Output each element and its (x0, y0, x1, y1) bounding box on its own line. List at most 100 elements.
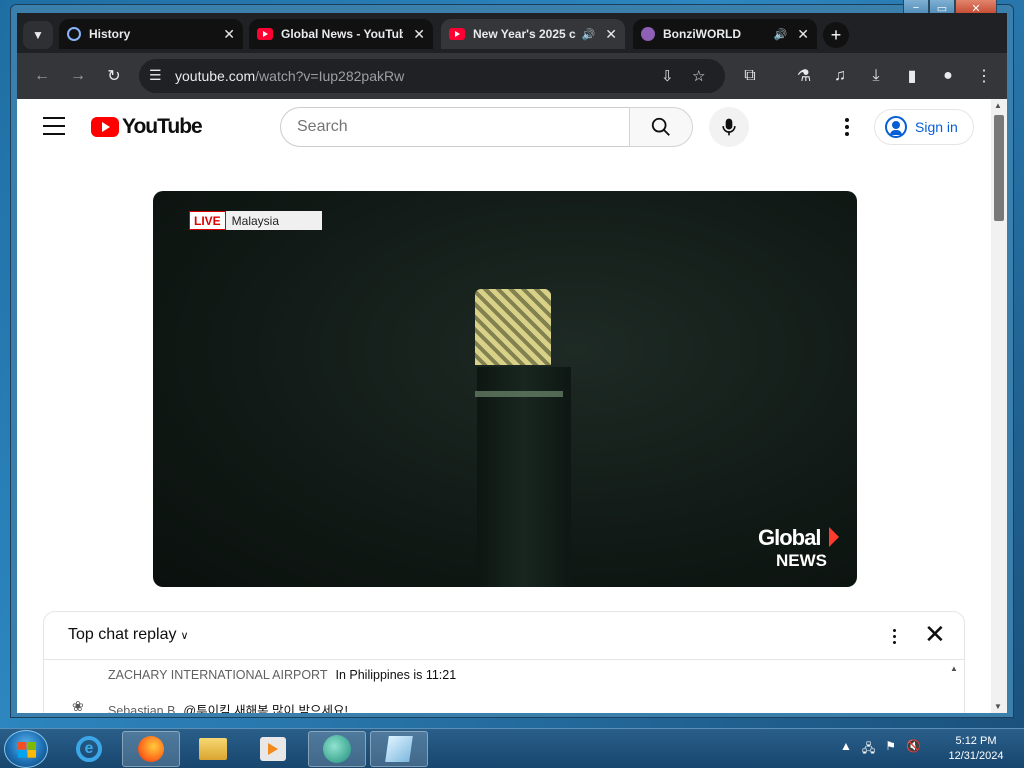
url-text[interactable]: youtube.com/watch?v=Iup282pakRw (175, 68, 404, 84)
taskbar-notes[interactable] (370, 731, 428, 767)
scroll-up-icon[interactable]: ▲ (994, 101, 1002, 110)
web-page: YouTube Search Sign in LIVE Malaysia Glo… (17, 99, 1007, 713)
history-icon (67, 27, 81, 41)
extensions-button[interactable]: ⧉ (737, 63, 763, 89)
tab-title: BonziWORLD (663, 27, 741, 41)
tab-bonziworld[interactable]: BonziWORLD 🔊 ✕ (633, 19, 817, 49)
search-input[interactable] (297, 108, 617, 146)
youtube-wordmark: YouTube (122, 115, 203, 138)
chat-message: ZACHARY INTERNATIONAL AIRPORT In Philippi… (108, 668, 456, 682)
chat-scroll-up-icon[interactable]: ▲ (950, 664, 958, 673)
avatar-icon: ● (943, 67, 953, 84)
youtube-header: YouTube Search Sign in (17, 99, 991, 155)
tab-close-icon[interactable]: ✕ (223, 26, 235, 43)
media-controls-button[interactable]: ♫ (827, 63, 853, 89)
browser-content: ▼ History ✕ Global News - YouTube ✕ New … (17, 13, 1007, 713)
tab-global-news[interactable]: Global News - YouTube ✕ (249, 19, 433, 49)
clock[interactable]: 5:12 PM 12/31/2024 (936, 734, 1016, 764)
network-icon[interactable]: 🖧 (862, 739, 875, 760)
kebab-menu-icon: ⋮ (976, 68, 992, 85)
scrollbar-thumb[interactable] (994, 115, 1004, 221)
tab-title: New Year's 2025 celebrations (473, 27, 576, 41)
plus-icon: + (830, 24, 842, 45)
side-panel-button[interactable]: ▮ (899, 63, 925, 89)
forward-button[interactable]: → (65, 63, 91, 89)
search-button[interactable] (629, 107, 693, 147)
downloads-button[interactable]: ⤓ (863, 63, 889, 89)
arrow-left-icon: ← (34, 67, 50, 84)
chat-message: Sebastian B @투이킴 새해복 많이 받으세요! (108, 700, 348, 713)
show-hidden-icons-icon[interactable]: ▲ (840, 739, 852, 760)
back-button[interactable]: ← (29, 63, 55, 89)
hamburger-menu-icon[interactable] (43, 117, 65, 135)
firefox-icon (138, 736, 164, 762)
chat-header: Top chat replay ∨ ✕ (44, 612, 964, 660)
chat-menu-icon[interactable] (886, 624, 902, 648)
reload-button[interactable]: ↻ (101, 63, 127, 89)
chat-text: @투이킴 새해복 많이 받으세요! (183, 704, 349, 713)
browser-window: − ▭ ✕ ▼ History ✕ Global News - YouTube … (10, 0, 1014, 718)
taskbar-firefox[interactable] (122, 731, 180, 767)
chat-title-label: Top chat replay (68, 626, 177, 643)
chat-author[interactable]: ZACHARY INTERNATIONAL AIRPORT (108, 668, 328, 682)
taskbar-media-player[interactable] (244, 731, 302, 767)
location-label: Malaysia (225, 211, 322, 230)
start-button[interactable] (4, 730, 48, 768)
chat-text: In Philippines is 11:21 (335, 668, 457, 682)
speaker-icon[interactable]: 🔊 (774, 28, 788, 41)
live-location-badge: LIVE Malaysia (189, 211, 322, 230)
tab-new-years-2025[interactable]: New Year's 2025 celebrations 🔊 ✕ (441, 19, 625, 49)
scroll-down-icon[interactable]: ▼ (994, 702, 1002, 711)
url-domain: youtube.com (175, 68, 256, 84)
page-scrollbar[interactable]: ▲ ▼ (991, 99, 1007, 713)
volume-muted-icon[interactable]: 🔇 (906, 739, 921, 760)
settings-kebab-icon[interactable] (837, 115, 857, 139)
taskbar-internet-explorer[interactable]: e (60, 731, 118, 767)
browser-menu-button[interactable]: ⋮ (971, 63, 997, 89)
site-info-icon[interactable]: ☰ (149, 67, 162, 84)
tab-close-icon[interactable]: ✕ (605, 26, 617, 43)
clock-time: 5:12 PM (955, 735, 997, 747)
bookmark-star-icon[interactable]: ☆ (692, 67, 705, 85)
media-player-icon (260, 737, 286, 761)
chevron-down-icon: ∨ (180, 630, 189, 642)
live-label: LIVE (189, 211, 226, 230)
tab-close-icon[interactable]: ✕ (797, 26, 809, 43)
taskbar: e ▲ 🖧 ⚑ 🔇 5:12 PM 12/31/2024 (0, 728, 1024, 768)
clock-date: 12/31/2024 (948, 750, 1004, 762)
tower-silhouette (477, 367, 571, 587)
labs-button[interactable]: ⚗ (791, 63, 817, 89)
url-path: /watch?v=Iup282pakRw (255, 68, 405, 84)
search-box (280, 107, 630, 147)
tab-history[interactable]: History ✕ (59, 19, 243, 49)
youtube-logo[interactable]: YouTube (91, 115, 203, 139)
install-app-icon[interactable]: ⇩ (661, 67, 674, 85)
chat-author[interactable]: Sebastian B (108, 704, 175, 713)
taskbar-explorer[interactable] (184, 731, 242, 767)
speaker-icon[interactable]: 🔊 (582, 28, 596, 41)
address-bar[interactable]: ☰ youtube.com/watch?v=Iup282pakRw ⇩ ☆ (139, 59, 725, 93)
new-tab-button[interactable]: + (823, 22, 849, 48)
search-icon (651, 117, 670, 136)
flask-icon: ⚗ (796, 68, 812, 85)
sign-in-label: Sign in (915, 119, 958, 135)
side-panel-icon: ▮ (907, 68, 917, 85)
logo-line-news: NEWS (776, 551, 827, 570)
youtube-play-icon (91, 117, 119, 137)
chat-close-icon[interactable]: ✕ (924, 621, 946, 647)
video-player[interactable]: LIVE Malaysia Global NEWS (153, 191, 857, 587)
chat-mode-dropdown[interactable]: Top chat replay ∨ (68, 626, 189, 644)
action-center-flag-icon[interactable]: ⚑ (885, 739, 896, 760)
tab-title: History (89, 27, 131, 41)
live-chat-panel: Top chat replay ∨ ✕ ▲ ZACHARY INTERNATION… (43, 611, 965, 713)
sign-in-button[interactable]: Sign in (874, 109, 974, 145)
profile-button[interactable]: ● (935, 63, 961, 89)
tab-close-icon[interactable]: ✕ (413, 26, 425, 43)
taskbar-bonzi[interactable] (308, 731, 366, 767)
voice-search-button[interactable] (709, 107, 749, 147)
author-avatar-icon[interactable]: ❀ (72, 698, 88, 713)
tab-search-button[interactable]: ▼ (23, 21, 53, 49)
notes-icon (385, 736, 413, 762)
microphone-icon (722, 118, 736, 136)
bonzi-icon (323, 735, 351, 763)
